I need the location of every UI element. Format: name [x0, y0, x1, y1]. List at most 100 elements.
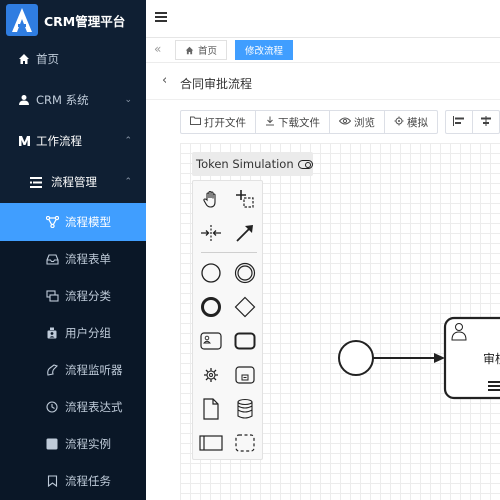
sidebar-item-label: 流程表达式: [65, 400, 123, 414]
simulate-label: 模拟: [407, 116, 428, 129]
download-icon: [265, 116, 275, 129]
start-event-icon[interactable]: [197, 259, 225, 287]
align-left-icon: [453, 115, 465, 129]
token-simulation-toggle[interactable]: Token Simulation: [192, 152, 313, 176]
brand-title: CRM管理平台: [44, 13, 126, 29]
user-icon: [17, 93, 31, 107]
top-navbar: [146, 0, 500, 38]
subprocess-icon[interactable]: [231, 361, 259, 389]
sidebar-item-label: 流程监听器: [65, 363, 123, 377]
tag-edit-process[interactable]: 修改流程: [235, 40, 294, 60]
download-file-label: 下载文件: [278, 116, 320, 129]
task-icon: [45, 474, 59, 488]
preview-label: 浏览: [354, 116, 375, 129]
bpmn-diagram: [338, 316, 500, 400]
sidebar-item-user-group[interactable]: 用户分组: [0, 314, 146, 352]
brand[interactable]: CRM管理平台: [0, 0, 146, 40]
scroll-left-icon[interactable]: «: [154, 42, 161, 56]
align-center-icon: [480, 115, 492, 129]
align-center-button[interactable]: [473, 111, 499, 133]
group-element-icon[interactable]: [231, 429, 259, 457]
sidebar-item-label: 首页: [36, 52, 59, 66]
cog-icon: [394, 116, 404, 129]
connect-tool-icon[interactable]: [231, 219, 259, 247]
hand-tool-icon[interactable]: [197, 185, 225, 213]
user-task-icon[interactable]: [197, 327, 225, 355]
task-menu-icon[interactable]: [488, 381, 500, 391]
file-button-group: 打开文件 下载文件 浏览 模拟: [180, 110, 438, 134]
back-icon[interactable]: ‹: [162, 73, 167, 88]
form-icon: [45, 252, 59, 266]
sidebar-item-process-listener[interactable]: 流程监听器: [0, 351, 146, 389]
sidebar-item-crm[interactable]: CRM 系统 ⌄: [0, 81, 146, 119]
open-file-button[interactable]: 打开文件: [181, 111, 256, 133]
end-event-icon[interactable]: [197, 293, 225, 321]
preview-button[interactable]: 浏览: [330, 111, 385, 133]
workflow-icon: [17, 134, 31, 148]
tag-home[interactable]: 首页: [175, 40, 228, 60]
sidebar: CRM管理平台 首页 CRM 系统 ⌄ 工作流程 ⌃ 流程管理 ⌃ 流程模型 流…: [0, 0, 146, 500]
sidebar-item-process-expression[interactable]: 流程表达式: [0, 388, 146, 426]
folder-icon: [190, 116, 201, 128]
download-file-button[interactable]: 下载文件: [256, 111, 330, 133]
sidebar-item-workflow[interactable]: 工作流程 ⌃: [0, 122, 146, 160]
sidebar-item-label: 流程任务: [65, 474, 111, 488]
bpmn-palette: [192, 180, 263, 460]
sidebar-item-label: 流程实例: [65, 437, 111, 451]
sidebar-item-process-management[interactable]: 流程管理 ⌃: [0, 163, 146, 201]
sidebar-item-label: 用户分组: [65, 326, 111, 340]
lasso-tool-icon[interactable]: [231, 185, 259, 213]
category-icon: [45, 289, 59, 303]
task-icon[interactable]: [231, 327, 259, 355]
sidebar-item-label: 流程管理: [51, 175, 97, 189]
expression-icon: [45, 400, 59, 414]
sidebar-item-label: CRM 系统: [36, 93, 89, 107]
service-task-icon[interactable]: [197, 361, 225, 389]
sidebar-item-label: 流程表单: [65, 252, 111, 266]
page-header: ‹ 合同审批流程: [146, 64, 500, 100]
task-label: 审核: [483, 352, 500, 366]
page-title: 合同审批流程: [180, 77, 253, 91]
sidebar-item-label: 工作流程: [36, 134, 82, 148]
token-simulation-label: Token Simulation: [196, 157, 294, 171]
list-icon: [29, 175, 43, 189]
data-object-icon[interactable]: [197, 395, 225, 423]
toggle-icon: [297, 159, 313, 169]
sidebar-item-process-model[interactable]: 流程模型: [0, 203, 146, 241]
eye-icon: [338, 117, 352, 128]
listener-icon: [45, 363, 59, 377]
logo-icon: [6, 4, 38, 36]
start-event[interactable]: [338, 340, 374, 376]
pool-icon[interactable]: [197, 429, 225, 457]
sidebar-item-process-category[interactable]: 流程分类: [0, 277, 146, 315]
chevron-up-icon: ⌃: [124, 177, 132, 187]
model-icon: [45, 215, 59, 229]
tag-label: 修改流程: [245, 46, 284, 57]
chevron-down-icon: ⌄: [124, 95, 132, 105]
intermediate-event-icon[interactable]: [231, 259, 259, 287]
data-store-icon[interactable]: [231, 395, 259, 423]
home-icon: [185, 46, 194, 55]
editor-toolbar: 打开文件 下载文件 浏览 模拟: [180, 110, 500, 134]
tags-view: « 首页 修改流程: [146, 38, 500, 63]
align-button-group: [445, 110, 500, 134]
sequence-flow-arrow: [434, 353, 445, 363]
sidebar-item-process-task[interactable]: 流程任务: [0, 462, 146, 500]
sidebar-item-process-instance[interactable]: 流程实例: [0, 425, 146, 463]
chevron-up-icon: ⌃: [124, 136, 132, 146]
palette-separator: [201, 252, 257, 253]
align-left-button[interactable]: [446, 111, 473, 133]
space-tool-icon[interactable]: [197, 219, 225, 247]
sidebar-item-label: 流程分类: [65, 289, 111, 303]
simulate-button[interactable]: 模拟: [385, 111, 437, 133]
group-icon: [45, 326, 59, 340]
instance-icon: [45, 437, 59, 451]
tag-label: 首页: [198, 46, 218, 57]
sidebar-item-home[interactable]: 首页: [0, 40, 146, 78]
gateway-icon[interactable]: [231, 293, 259, 321]
hamburger-icon[interactable]: [155, 12, 167, 24]
open-file-label: 打开文件: [204, 116, 246, 129]
home-icon: [17, 52, 31, 66]
sidebar-item-process-form[interactable]: 流程表单: [0, 240, 146, 278]
sidebar-item-label: 流程模型: [65, 215, 111, 229]
